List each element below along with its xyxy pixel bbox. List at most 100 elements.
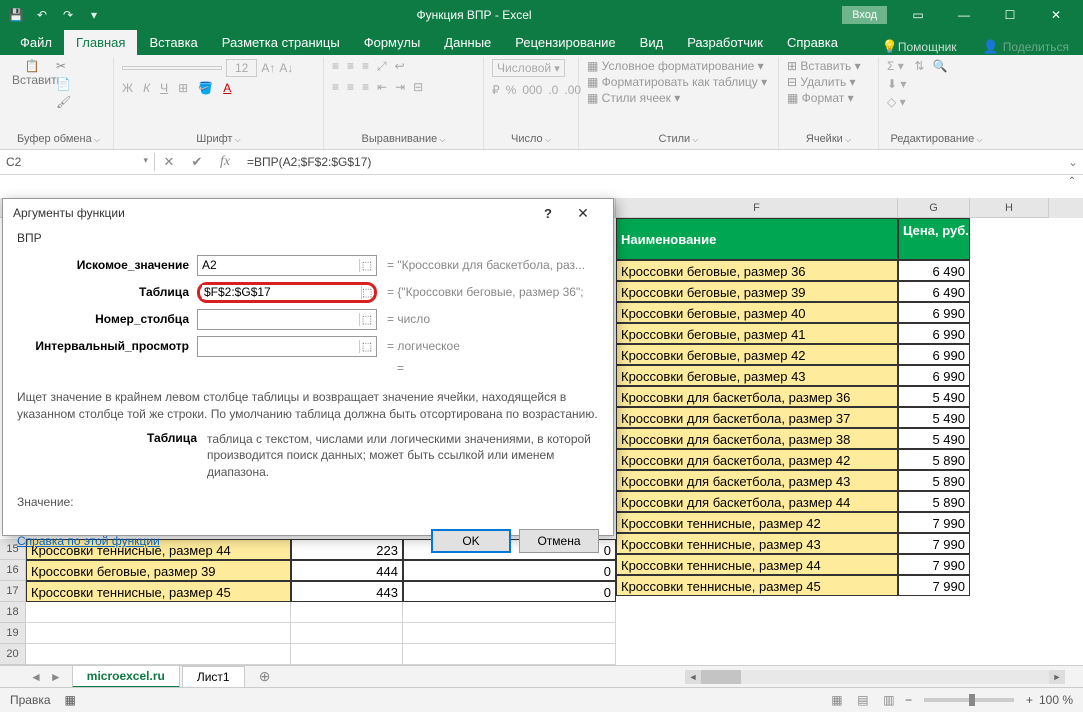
indent-dec-icon[interactable]: ⇤: [377, 80, 387, 94]
macro-record-icon[interactable]: ▦: [65, 693, 76, 707]
indent-inc-icon[interactable]: ⇥: [395, 80, 405, 94]
font-size-select[interactable]: 12: [226, 59, 257, 77]
lookup-name-1[interactable]: Кроссовки беговые, размер 39: [616, 281, 898, 302]
align-bot-icon[interactable]: ≡: [362, 59, 369, 74]
format-painter-icon[interactable]: 🖌: [56, 95, 71, 109]
view-normal-icon[interactable]: ▦: [827, 693, 847, 707]
copy-icon[interactable]: 📄: [56, 77, 71, 91]
login-button[interactable]: Вход: [842, 6, 887, 24]
zoom-level[interactable]: 100 %: [1039, 693, 1073, 707]
lookup-price-1[interactable]: 6 490: [898, 281, 970, 302]
minimize-icon[interactable]: —: [941, 0, 987, 30]
lookup-name-2[interactable]: Кроссовки беговые, размер 40: [616, 302, 898, 323]
lookup-price-12[interactable]: 7 990: [898, 512, 970, 533]
font-color-icon[interactable]: А: [223, 81, 231, 95]
ok-button[interactable]: OK: [431, 529, 511, 553]
autosum-icon[interactable]: Σ ▾: [887, 59, 906, 73]
sheet-tab-2[interactable]: Лист1: [182, 666, 245, 688]
align-center-icon[interactable]: ≡: [347, 80, 354, 94]
lookup-name-7[interactable]: Кроссовки для баскетбола, размер 37: [616, 407, 898, 428]
lookup-name-15[interactable]: Кроссовки теннисные, размер 45: [616, 575, 898, 596]
qat-more-icon[interactable]: ▾: [82, 3, 106, 27]
accept-formula-icon[interactable]: ✔: [183, 154, 211, 170]
tab-formulas[interactable]: Формулы: [352, 30, 433, 55]
cell-styles-button[interactable]: ▦ Стили ячеек ▾: [587, 91, 680, 105]
scroll-right-icon[interactable]: ►: [1049, 670, 1065, 684]
cell-a-20[interactable]: [26, 644, 291, 665]
lookup-name-9[interactable]: Кроссовки для баскетбола, размер 42: [616, 449, 898, 470]
dialog-help-icon[interactable]: ?: [533, 206, 563, 221]
merge-icon[interactable]: ⊟: [413, 80, 423, 94]
dialog-help-link[interactable]: Справка по этой функции: [17, 534, 160, 548]
format-cells-button[interactable]: ▦ Формат ▾: [787, 91, 854, 105]
lookup-name-11[interactable]: Кроссовки для баскетбола, размер 44: [616, 491, 898, 512]
row-header-19[interactable]: 19: [0, 623, 26, 644]
undo-icon[interactable]: ↶: [30, 3, 54, 27]
col-header-h[interactable]: H: [970, 198, 1049, 218]
decrease-font-icon[interactable]: A↓: [279, 61, 293, 75]
cell-c-19[interactable]: [403, 623, 616, 644]
lookup-price-14[interactable]: 7 990: [898, 554, 970, 575]
col-header-f[interactable]: F: [616, 198, 898, 218]
orientation-icon[interactable]: ⤢: [377, 59, 387, 74]
tab-data[interactable]: Данные: [432, 30, 503, 55]
zoom-in-icon[interactable]: +: [1026, 693, 1033, 707]
lookup-price-9[interactable]: 5 890: [898, 449, 970, 470]
share-button[interactable]: 👤 Поделиться: [969, 39, 1083, 55]
lookup-price-4[interactable]: 6 990: [898, 344, 970, 365]
arg-input-0[interactable]: [200, 258, 359, 272]
increase-font-icon[interactable]: A↑: [261, 61, 275, 75]
insert-cells-button[interactable]: ⊞ Вставить ▾: [787, 59, 861, 73]
row-header-17[interactable]: 17: [0, 581, 26, 602]
tab-help[interactable]: Справка: [775, 30, 850, 55]
lookup-name-4[interactable]: Кроссовки беговые, размер 42: [616, 344, 898, 365]
lookup-price-8[interactable]: 5 490: [898, 428, 970, 449]
sheet-nav-prev-icon[interactable]: ◄: [30, 670, 42, 684]
arg-input-1[interactable]: [202, 285, 361, 299]
delete-cells-button[interactable]: ⊟ Удалить ▾: [787, 75, 856, 89]
cell-a-18[interactable]: [26, 602, 291, 623]
maximize-icon[interactable]: ☐: [987, 0, 1033, 30]
wrap-icon[interactable]: ↩: [395, 59, 405, 74]
tab-pagelayout[interactable]: Разметка страницы: [210, 30, 352, 55]
align-left-icon[interactable]: ≡: [332, 80, 339, 94]
format-table-button[interactable]: ▦ Форматировать как таблицу ▾: [587, 75, 767, 89]
range-picker-icon-3[interactable]: ⬚: [359, 340, 374, 353]
dialog-close-icon[interactable]: ✕: [563, 205, 603, 222]
ribbon-options-icon[interactable]: ▭: [895, 0, 941, 30]
tab-insert[interactable]: Вставка: [137, 30, 209, 55]
sheet-nav-next-icon[interactable]: ►: [50, 670, 62, 684]
font-family-select[interactable]: [122, 66, 222, 70]
lookup-name-5[interactable]: Кроссовки беговые, размер 43: [616, 365, 898, 386]
cancel-button[interactable]: Отмена: [519, 529, 599, 553]
tab-view[interactable]: Вид: [628, 30, 676, 55]
bold-icon[interactable]: Ж: [122, 81, 133, 95]
tab-home[interactable]: Главная: [64, 30, 137, 55]
cell-b-17[interactable]: 443: [291, 581, 403, 602]
percent-icon[interactable]: %: [506, 83, 517, 97]
expand-formula-icon[interactable]: ⌄: [1063, 155, 1083, 169]
lookup-price-6[interactable]: 5 490: [898, 386, 970, 407]
inc-decimal-icon[interactable]: .0: [548, 83, 558, 97]
range-picker-icon-2[interactable]: ⬚: [359, 313, 374, 326]
redo-icon[interactable]: ↷: [56, 3, 80, 27]
lookup-name-14[interactable]: Кроссовки теннисные, размер 44: [616, 554, 898, 575]
underline-icon[interactable]: Ч: [160, 81, 168, 95]
col-header-g[interactable]: G: [898, 198, 970, 218]
close-icon[interactable]: ✕: [1033, 0, 1079, 30]
lookup-price-3[interactable]: 6 990: [898, 323, 970, 344]
lookup-price-10[interactable]: 5 890: [898, 470, 970, 491]
border-icon[interactable]: ⊞: [178, 81, 188, 95]
scroll-thumb[interactable]: [701, 670, 741, 684]
lookup-name-3[interactable]: Кроссовки беговые, размер 41: [616, 323, 898, 344]
collapse-ribbon-icon[interactable]: ⌃: [1065, 176, 1079, 190]
align-right-icon[interactable]: ≡: [362, 80, 369, 94]
arg-input-2[interactable]: [200, 312, 359, 326]
comma-icon[interactable]: 000: [522, 83, 542, 97]
lookup-price-13[interactable]: 7 990: [898, 533, 970, 554]
lookup-price-11[interactable]: 5 890: [898, 491, 970, 512]
add-sheet-icon[interactable]: ⊕: [255, 668, 275, 685]
cond-format-button[interactable]: ▦ Условное форматирование ▾: [587, 59, 764, 73]
zoom-slider[interactable]: [924, 698, 1014, 702]
tell-me[interactable]: 💡 Помощник: [870, 39, 969, 55]
